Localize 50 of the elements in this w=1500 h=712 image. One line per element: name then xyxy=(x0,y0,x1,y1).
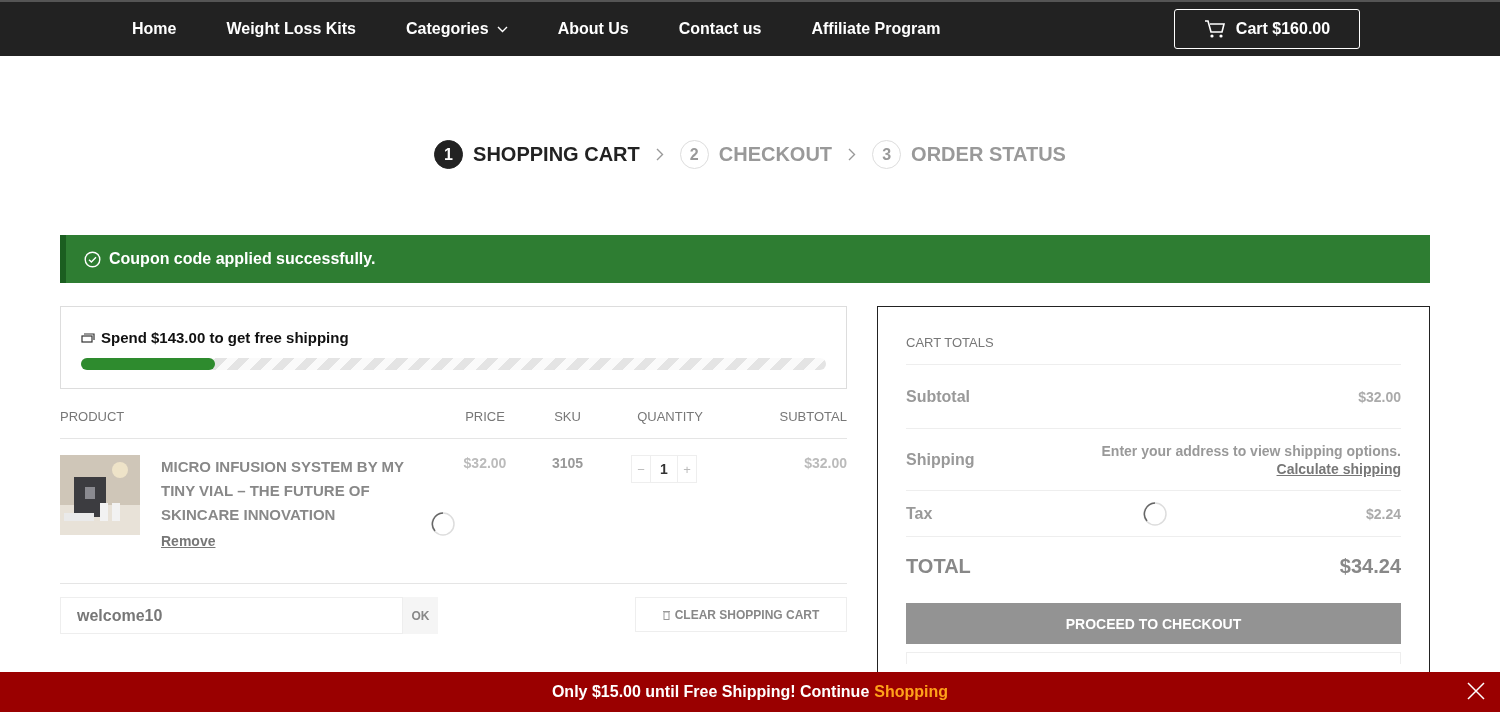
chevron-right-icon xyxy=(655,148,664,161)
nav-link[interactable]: Affiliate Program xyxy=(811,20,941,38)
totals-label: Shipping xyxy=(906,450,975,469)
nav-link[interactable]: Contact us xyxy=(678,20,762,38)
shipping-note: Enter your address to view shipping options. xyxy=(1101,442,1401,459)
column-header: QUANTITY xyxy=(605,389,735,439)
step-number: 3 xyxy=(872,140,902,169)
loading-spinner-icon xyxy=(430,511,456,537)
remove-link[interactable]: Remove xyxy=(161,533,216,549)
coupon-field[interactable]: welcome10 xyxy=(60,597,403,634)
column-header: SUBTOTAL xyxy=(735,389,847,439)
total-label: TOTAL xyxy=(906,554,971,578)
column-header: PRICE xyxy=(440,389,530,439)
cart-icon xyxy=(1203,19,1226,39)
check-circle-icon xyxy=(84,250,101,268)
calculate-shipping-link[interactable]: Calculate shipping xyxy=(1276,460,1401,477)
price-cell: $32.00 xyxy=(440,439,530,584)
cash-icon xyxy=(81,332,95,343)
nav-link[interactable]: Weight Loss Kits xyxy=(226,20,356,38)
totals-title: CART TOTALS xyxy=(906,327,1401,365)
apply-coupon-button[interactable]: OK xyxy=(403,597,438,634)
totals-value: $32.00 xyxy=(1358,388,1401,405)
nav-link[interactable]: Categories xyxy=(405,20,508,38)
free-shipping-message: Spend $143.00 to get free shipping xyxy=(101,329,349,346)
trash-icon xyxy=(662,609,670,620)
step-number: 2 xyxy=(679,140,709,169)
sku-cell: 3105 xyxy=(530,439,605,584)
cart-button[interactable]: Cart $160.00 xyxy=(1174,9,1360,49)
totals-label: Tax xyxy=(906,504,933,523)
nav-link[interactable]: About Us xyxy=(557,20,629,38)
clear-cart-button[interactable]: CLEAR SHOPPING CART xyxy=(635,597,847,632)
column-header: SKU xyxy=(530,389,605,439)
nav-link[interactable]: Home xyxy=(132,20,177,38)
subtotal-cell: $32.00 xyxy=(735,439,847,584)
totals-label: Subtotal xyxy=(906,387,970,406)
step-label: SHOPPING CART xyxy=(473,143,640,166)
close-icon[interactable] xyxy=(1467,682,1485,700)
promo-message: Only $15.00 until Free Shipping! Continue xyxy=(551,683,870,701)
checkout-button[interactable]: PROCEED TO CHECKOUT xyxy=(906,603,1401,644)
step-number: 1 xyxy=(434,140,464,169)
success-message: Coupon code applied successfully. xyxy=(109,250,376,268)
total-value: $34.24 xyxy=(1339,554,1401,578)
loading-spinner-icon xyxy=(1142,501,1168,527)
column-header: PRODUCT xyxy=(60,389,440,439)
step-label: ORDER STATUS xyxy=(911,143,1066,166)
promo-link[interactable]: Shopping xyxy=(874,683,949,701)
step-label: CHECKOUT xyxy=(718,143,833,166)
totals-value: $2.24 xyxy=(1365,505,1401,522)
chevron-right-icon xyxy=(848,148,857,161)
product-name: MICRO INFUSION SYSTEM BY MY TINY VIAL – THE FUTURE OF SKINCARE INNOVATION xyxy=(161,457,405,525)
